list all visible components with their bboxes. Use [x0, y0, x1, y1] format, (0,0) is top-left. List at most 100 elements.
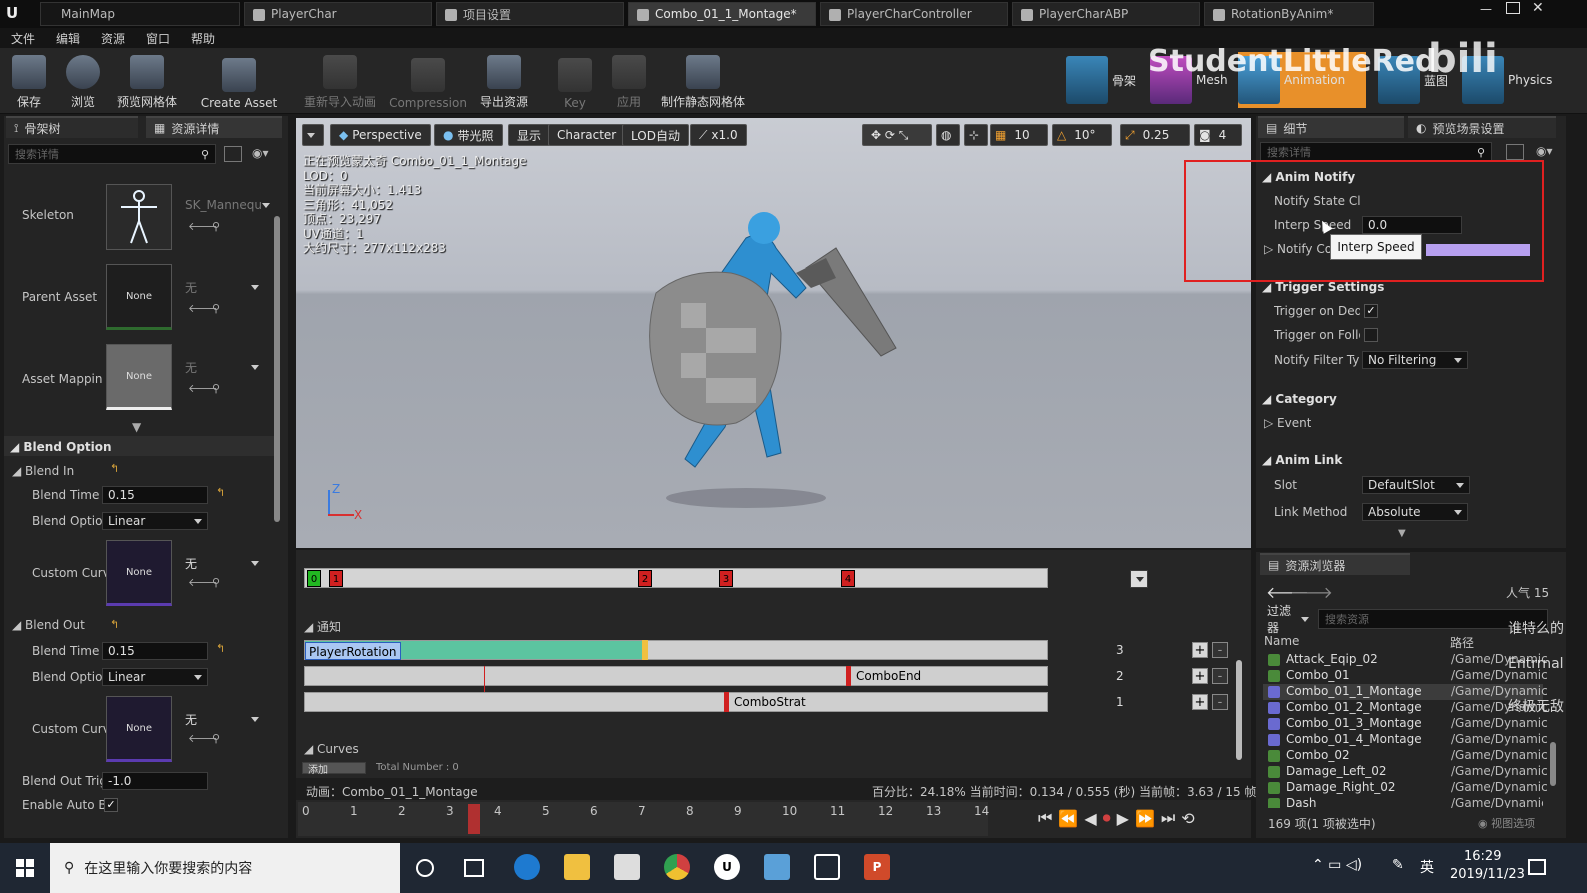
menu-edit[interactable]: 编辑: [56, 30, 80, 47]
asset-row[interactable]: Combo_01_4_Montage/Game/Dynamic: [1263, 732, 1548, 748]
tab-mainmap[interactable]: MainMap: [40, 2, 240, 26]
blend-in-curve-dropdown[interactable]: 无: [180, 554, 264, 572]
step-forward-icon[interactable]: ⏩: [1135, 809, 1155, 828]
edge-icon[interactable]: [514, 854, 540, 880]
anim-link-title[interactable]: ◢ Anim Link: [1262, 453, 1342, 467]
remove-notify-button[interactable]: -: [1212, 642, 1228, 658]
event-row[interactable]: ▷ Event: [1264, 416, 1311, 430]
skip-start-icon[interactable]: ⏮: [1038, 808, 1052, 828]
reset-icon[interactable]: ↰: [110, 619, 122, 630]
asset-mapping-thumbnail[interactable]: None: [106, 344, 172, 410]
pen-icon[interactable]: ✎: [1392, 857, 1404, 873]
notify-player-rotation[interactable]: PlayerRotation: [305, 642, 401, 660]
create-asset-button[interactable]: Create Asset: [198, 52, 280, 110]
notify-track-2[interactable]: [304, 666, 1048, 686]
windows-start-icon[interactable]: [16, 859, 34, 877]
close-button[interactable]: ✕: [1532, 0, 1548, 16]
tab-playerchar[interactable]: PlayerChar: [244, 2, 432, 26]
notify-filter-type-dropdown[interactable]: No Filtering: [1362, 351, 1468, 369]
search-icon[interactable]: ⚲: [212, 577, 224, 588]
step-back-icon[interactable]: ⏪: [1058, 809, 1078, 828]
tab-playercharabp[interactable]: PlayerCharABP: [1012, 2, 1200, 26]
apply-button[interactable]: 应用: [606, 52, 652, 110]
menu-help[interactable]: 帮助: [191, 30, 215, 47]
blend-in-time-input[interactable]: 0.15: [102, 486, 208, 504]
perspective-button[interactable]: ◆ Perspective: [330, 124, 431, 146]
file-explorer-icon[interactable]: [564, 854, 590, 880]
unreal-logo-icon[interactable]: U: [6, 4, 24, 22]
asset-row[interactable]: Dash/Game/Dynamic: [1263, 796, 1543, 808]
tab-skeleton-tree[interactable]: ⟟ 骨架树: [6, 116, 138, 138]
clock-date[interactable]: 2019/11/23: [1450, 867, 1525, 882]
camera-speed[interactable]: ◙ 4: [1194, 124, 1242, 146]
trigger-settings-title[interactable]: ◢ Trigger Settings: [1262, 280, 1384, 294]
notify-combo-start[interactable]: ComboStrat: [730, 693, 806, 711]
store-icon[interactable]: [614, 854, 640, 880]
blend-out-curve-dropdown[interactable]: 无: [180, 710, 264, 728]
arrow-left-icon[interactable]: 🡐: [188, 383, 218, 394]
key-button[interactable]: Key: [552, 52, 598, 110]
menu-asset[interactable]: 资源: [101, 30, 125, 47]
task-view-icon[interactable]: [464, 859, 484, 877]
asset-row[interactable]: Combo_02/Game/Dynamic: [1263, 748, 1548, 764]
tab-combo-montage[interactable]: Combo_01_1_Montage*: [628, 2, 816, 26]
blend-out-trigger-input[interactable]: -1.0: [102, 772, 208, 790]
search-icon[interactable]: ⚲: [212, 383, 224, 394]
tab-playercharcontroller[interactable]: PlayerCharController: [820, 2, 1008, 26]
loop-icon[interactable]: ⟲: [1181, 809, 1194, 828]
montage-marker[interactable]: 3: [719, 570, 733, 587]
maximize-button[interactable]: [1506, 2, 1520, 14]
cortana-icon[interactable]: [416, 859, 434, 877]
blend-out-curve-thumbnail[interactable]: None: [106, 696, 172, 762]
enable-auto-blend-checkbox[interactable]: ✓: [104, 798, 118, 812]
play-reverse-icon[interactable]: ◀: [1084, 809, 1096, 828]
minimize-button[interactable]: —: [1480, 2, 1496, 16]
montage-section-track[interactable]: [304, 568, 1048, 588]
preview-mesh-button[interactable]: 预览网格体: [112, 52, 182, 110]
curves-section-title[interactable]: ◢ Curves: [304, 742, 359, 756]
record-icon[interactable]: ⏺: [1103, 808, 1111, 828]
category-title[interactable]: ◢ Category: [1262, 392, 1337, 406]
search-icon[interactable]: ⚲: [212, 303, 224, 314]
notify-marker[interactable]: [846, 666, 851, 686]
clock-time[interactable]: 16:29: [1464, 849, 1501, 864]
scrollbar[interactable]: [1550, 742, 1556, 786]
section-dropdown[interactable]: [1130, 570, 1148, 588]
view-list-icon[interactable]: [1506, 144, 1524, 160]
compression-button[interactable]: Compression: [386, 52, 470, 110]
world-local-toggle[interactable]: ◍: [936, 124, 960, 146]
asset-row[interactable]: Attack_Eqip_02/Game/Dynamic: [1263, 652, 1548, 668]
arrow-left-icon[interactable]: 🡐: [188, 303, 218, 314]
tab-project-settings[interactable]: 项目设置: [436, 2, 624, 26]
add-notify-button[interactable]: +: [1192, 668, 1208, 684]
arrow-left-icon[interactable]: 🡐: [188, 221, 218, 232]
lod-button[interactable]: LOD自动: [622, 124, 689, 146]
scrollbar[interactable]: [1236, 660, 1242, 760]
taskbar-search-input[interactable]: ⚲ 在这里输入你要搜索的内容: [50, 843, 400, 893]
montage-marker[interactable]: 0: [307, 570, 321, 587]
arrow-left-icon[interactable]: 🡐: [188, 733, 218, 744]
asset-row[interactable]: Damage_Left_02/Game/Dynamic: [1263, 764, 1548, 780]
parent-asset-dropdown[interactable]: 无: [180, 278, 264, 296]
montage-marker[interactable]: 1: [329, 570, 343, 587]
scale-snap[interactable]: ⤢ 0.25: [1120, 124, 1190, 146]
browse-button[interactable]: 浏览: [60, 52, 106, 110]
skip-end-icon[interactable]: ⏭: [1161, 808, 1175, 828]
character-button[interactable]: Character: [548, 124, 626, 146]
notify-marker[interactable]: [724, 692, 729, 712]
unreal-icon[interactable]: U: [714, 854, 740, 880]
slot-dropdown[interactable]: DefaultSlot: [1362, 476, 1470, 494]
filter-dropdown[interactable]: 过滤器: [1262, 604, 1314, 635]
notify-section-title[interactable]: ◢ 通知: [304, 618, 341, 635]
expand-more-icon[interactable]: ▼: [132, 420, 141, 434]
blend-in-option-dropdown[interactable]: Linear: [102, 512, 208, 530]
details-search-input[interactable]: 搜索详情 ⚲: [1260, 142, 1492, 162]
trigger-dedicated-checkbox[interactable]: ✓: [1364, 304, 1378, 318]
blend-in-title[interactable]: ◢ Blend In: [12, 464, 74, 478]
make-static-mesh-button[interactable]: 制作静态网格体: [660, 52, 746, 110]
app-icon[interactable]: [764, 854, 790, 880]
system-tray-icons[interactable]: ⌃ ▭ ◁): [1312, 857, 1362, 873]
transform-tools[interactable]: ✥ ⟳ ⤡: [862, 124, 932, 146]
asset-row[interactable]: Damage_Right_02/Game/Dynamic: [1263, 780, 1548, 796]
add-notify-button[interactable]: +: [1192, 694, 1208, 710]
